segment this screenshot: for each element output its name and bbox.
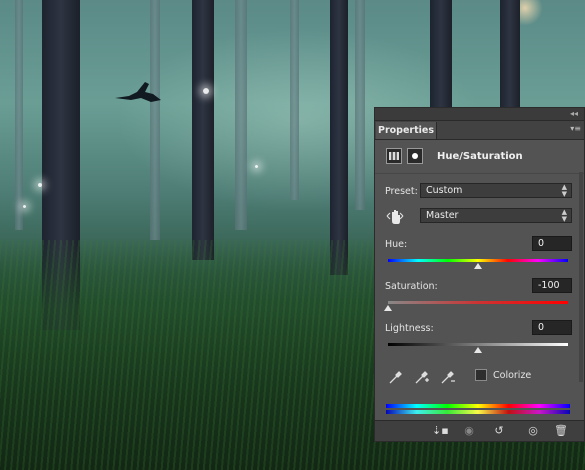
tree-trunk [500, 0, 520, 110]
lightness-slider-track[interactable] [388, 343, 568, 346]
lightness-input[interactable]: 0 [532, 320, 572, 335]
eyedropper-plus-icon[interactable] [414, 369, 430, 385]
channel-value: Master [426, 210, 459, 221]
saturation-input[interactable]: -100 [532, 278, 572, 293]
hue-input[interactable]: 0 [532, 236, 572, 251]
properties-panel: ◂◂ Properties ▾≡ Hue/Saturation Preset: … [374, 107, 585, 442]
tree-trunk [290, 0, 299, 200]
tree-trunk [235, 0, 247, 230]
saturation-slider-thumb[interactable] [384, 305, 392, 311]
tree-trunk [430, 0, 452, 120]
panel-tab-bar: Properties ▾≡ [375, 121, 584, 140]
double-chevron-icon[interactable]: ◂◂ [570, 109, 578, 118]
tree-trunk [15, 0, 23, 230]
tree-trunk [330, 0, 348, 275]
saturation-label: Saturation: [385, 281, 438, 292]
channel-dropdown[interactable]: Master ▲ ▼ [420, 208, 572, 223]
hand-adjust-icon[interactable] [386, 208, 404, 225]
panel-scrollbar[interactable] [579, 172, 583, 382]
panel-menu-icon[interactable]: ▾≡ [570, 124, 581, 133]
hue-label: Hue: [385, 239, 408, 250]
hue-saturation-adjustment-icon[interactable] [386, 148, 402, 164]
eyedropper-minus-icon[interactable] [440, 369, 456, 385]
result-hue-bar [386, 410, 570, 414]
view-previous-state-icon[interactable]: ◉ [461, 424, 477, 438]
light-orb [38, 183, 42, 187]
hue-slider-track[interactable] [388, 259, 568, 262]
dropdown-arrows-icon: ▲ ▼ [561, 208, 567, 223]
eyedropper-icon[interactable] [388, 369, 404, 385]
adjustment-header: Hue/Saturation [375, 140, 584, 174]
colorize-label: Colorize [493, 370, 532, 381]
tree-trunk [150, 0, 160, 240]
light-orb [23, 205, 26, 208]
preset-value: Custom [426, 185, 463, 196]
tree-trunk [192, 0, 214, 260]
layer-mask-icon[interactable] [407, 148, 423, 164]
lightness-slider-thumb[interactable] [474, 347, 482, 353]
bird-silhouette [115, 82, 161, 102]
panel-footer: ⇣▪ ◉ ↺ ◎ 🗑 [375, 420, 584, 441]
clip-to-layer-icon[interactable]: ⇣▪ [432, 424, 449, 438]
preset-label: Preset: [385, 186, 418, 197]
visibility-eye-icon[interactable]: ◎ [525, 424, 541, 438]
panel-title-bar: ◂◂ [375, 108, 584, 121]
light-orb [255, 165, 258, 168]
saturation-slider-track[interactable] [388, 301, 568, 304]
tab-properties[interactable]: Properties [376, 122, 437, 139]
lightness-label: Lightness: [385, 323, 434, 334]
adjustment-title: Hue/Saturation [437, 151, 523, 162]
hue-slider-thumb[interactable] [474, 263, 482, 269]
dropdown-arrows-icon: ▲ ▼ [561, 183, 567, 198]
reset-icon[interactable]: ↺ [491, 424, 507, 438]
preset-dropdown[interactable]: Custom ▲ ▼ [420, 183, 572, 198]
colorize-checkbox[interactable] [475, 369, 487, 381]
trash-icon[interactable]: 🗑 [553, 424, 569, 438]
source-hue-bar [386, 404, 570, 408]
tree-trunk [355, 0, 365, 210]
light-orb [203, 88, 209, 94]
